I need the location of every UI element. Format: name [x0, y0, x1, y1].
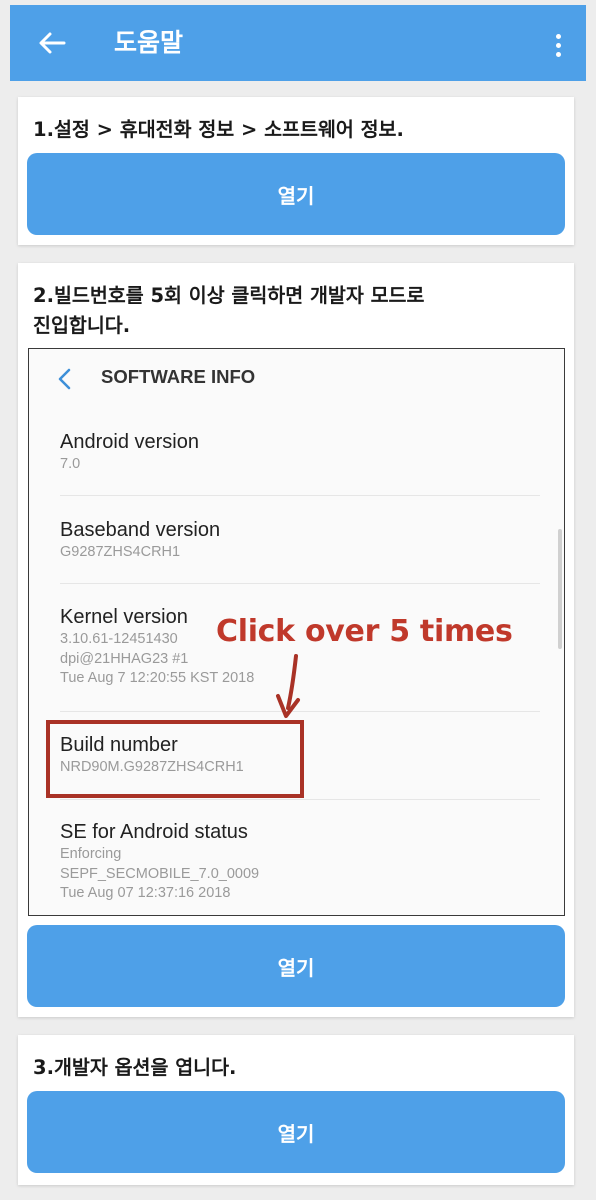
info-item-value: Tue Aug 07 12:37:16 2018: [60, 885, 231, 901]
info-item-value: Enforcing: [60, 846, 122, 862]
software-info-title: SOFTWARE INFO: [101, 366, 256, 387]
build-number-highlight: [46, 720, 304, 798]
info-item-title: SE for Android status: [60, 821, 248, 843]
info-item-value: 7.0: [60, 456, 81, 472]
info-item-value: dpi@21HHAG23 #1: [60, 650, 189, 667]
info-item-value: G9287ZHS4CRH1: [60, 544, 181, 560]
step-card-1: 1.설정 > 휴대전화 정보 > 소프트웨어 정보. 열기: [18, 97, 574, 245]
info-item-se-android-status: SE for Android status Enforcing SEPF_SEC…: [60, 819, 259, 904]
step-card-3: 3.개발자 옵션을 엽니다. 열기: [18, 1035, 574, 1185]
info-item-title: Baseband version: [60, 519, 221, 541]
software-info-header: SOFTWARE INFO: [29, 349, 564, 409]
more-menu-button[interactable]: [546, 25, 570, 65]
app-bar: 도움말: [10, 5, 586, 81]
page-title: 도움말: [114, 28, 184, 57]
info-item-title: Android version: [60, 431, 199, 453]
info-item-value: SEPF_SECMOBILE_7.0_0009: [60, 865, 260, 882]
info-item-baseband-version: Baseband version G9287ZHS4CRH1: [60, 517, 220, 563]
more-vert-icon-dot: [555, 42, 561, 48]
back-button[interactable]: [32, 23, 72, 63]
step-2-text-line1: 2.빌드번호를 5회 이상 클릭하면 개발자 모드로: [33, 284, 425, 307]
open-button-3[interactable]: 열기: [27, 1091, 565, 1173]
scrollbar: [558, 529, 562, 649]
arrow-left-icon: [39, 32, 66, 54]
more-vert-icon-dot: [555, 51, 561, 57]
chevron-left-icon: [58, 368, 71, 390]
step-1-text: 1.설정 > 휴대전화 정보 > 소프트웨어 정보.: [33, 118, 404, 141]
divider: [60, 495, 540, 496]
divider: [60, 799, 540, 800]
arrow-down-icon: [276, 654, 300, 718]
info-item-value: Tue Aug 7 12:20:55 KST 2018: [60, 670, 255, 686]
click-annotation: Click over 5 times: [216, 614, 513, 649]
step-3-text: 3.개발자 옵션을 엽니다.: [33, 1056, 237, 1079]
more-vert-icon-dot: [555, 33, 561, 39]
divider: [60, 583, 540, 584]
open-button-2[interactable]: 열기: [27, 925, 565, 1007]
open-button-1[interactable]: 열기: [27, 153, 565, 235]
step-2-text-line2: 진입합니다.: [33, 314, 131, 337]
info-item-android-version: Android version 7.0: [60, 429, 199, 475]
